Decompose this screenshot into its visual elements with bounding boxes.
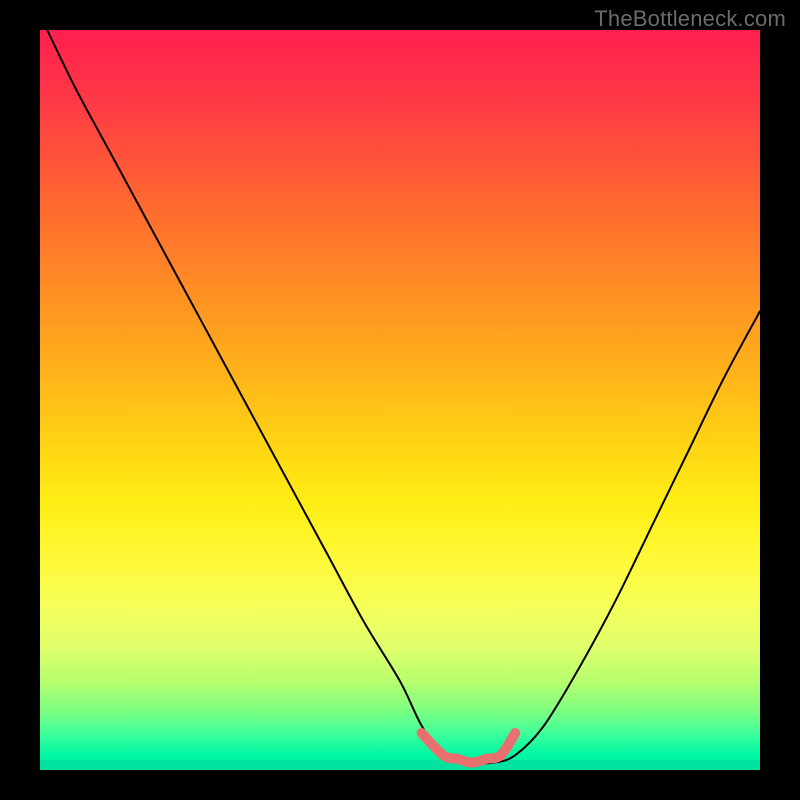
bottleneck-curve xyxy=(47,30,760,764)
chart-frame: TheBottleneck.com xyxy=(0,0,800,800)
watermark-label: TheBottleneck.com xyxy=(594,6,786,32)
plot-area xyxy=(40,30,760,770)
optimal-zone-marker xyxy=(422,733,516,763)
curve-layer xyxy=(40,30,760,770)
